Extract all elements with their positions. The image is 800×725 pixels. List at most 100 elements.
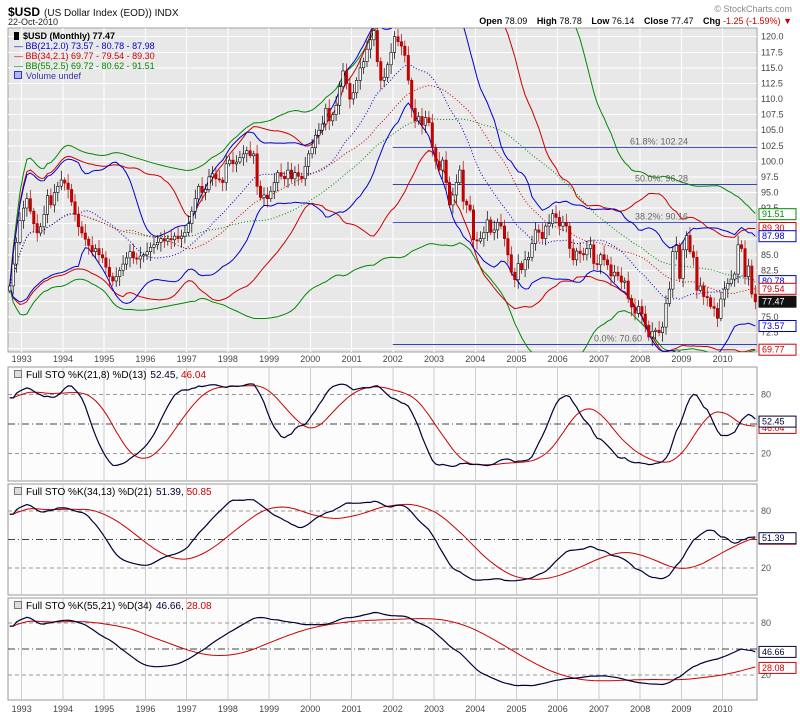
svg-text:20: 20 bbox=[761, 448, 771, 458]
svg-text:2008: 2008 bbox=[630, 354, 650, 364]
svg-text:2006: 2006 bbox=[548, 704, 568, 714]
chg-value: -1.25 (-1.59%) bbox=[723, 16, 781, 26]
svg-text:87.98: 87.98 bbox=[762, 231, 785, 241]
stoch3-label: Full STO %K(55,21) %D(34) bbox=[26, 601, 152, 612]
high-value: 78.78 bbox=[559, 16, 582, 26]
svg-text:2003: 2003 bbox=[424, 354, 444, 364]
bb21-color-dash-icon: — bbox=[14, 41, 23, 51]
candlestick-icon bbox=[14, 32, 19, 40]
svg-text:105.0: 105.0 bbox=[761, 125, 784, 135]
volume-label: Volume undef bbox=[26, 71, 81, 81]
stoch2-label: Full STO %K(34,13) %D(21) bbox=[26, 487, 152, 498]
svg-text:120.0: 120.0 bbox=[761, 32, 784, 42]
svg-text:1993: 1993 bbox=[12, 704, 32, 714]
svg-text:107.5: 107.5 bbox=[761, 110, 784, 120]
svg-text:80: 80 bbox=[761, 618, 771, 628]
svg-text:2005: 2005 bbox=[506, 354, 526, 364]
svg-text:52.45: 52.45 bbox=[762, 417, 785, 427]
chart-canvas: 61.8%: 102.24 50.0%: 96.28 38.2%: 90.16 0.0… bbox=[0, 0, 800, 725]
svg-text:2001: 2001 bbox=[342, 704, 362, 714]
stoch1-label: Full STO %K(21,8) %D(13) bbox=[26, 370, 146, 381]
bb34-label: BB(34,2.1) 69.77 - 79.54 - 89.30 bbox=[26, 51, 155, 61]
svg-text:50.0%: 96.28: 50.0%: 96.28 bbox=[635, 174, 688, 184]
stoch3-d-value: 28.08 bbox=[187, 601, 212, 612]
svg-text:2009: 2009 bbox=[671, 354, 691, 364]
x-axis-years-bottom: 1993199419951996199719981999200020012002… bbox=[12, 704, 733, 714]
svg-text:2002: 2002 bbox=[383, 704, 403, 714]
svg-text:100.0: 100.0 bbox=[761, 156, 784, 166]
svg-text:2010: 2010 bbox=[713, 354, 733, 364]
bb55-color-dash-icon: — bbox=[14, 61, 23, 71]
low-label: Low bbox=[591, 16, 609, 26]
svg-text:80: 80 bbox=[761, 506, 771, 516]
svg-text:2008: 2008 bbox=[630, 704, 650, 714]
svg-text:95.0: 95.0 bbox=[761, 188, 779, 198]
svg-text:1999: 1999 bbox=[259, 704, 279, 714]
svg-text:28.08: 28.08 bbox=[762, 663, 785, 673]
bb55-label: BB(55,2.5) 69.72 - 80.62 - 91.51 bbox=[26, 61, 155, 71]
close-label: Close bbox=[644, 16, 669, 26]
svg-text:1995: 1995 bbox=[94, 354, 114, 364]
stoch3-legend: Full STO %K(55,21) %D(34)46.66, 28.08 bbox=[14, 601, 212, 612]
svg-text:2007: 2007 bbox=[589, 704, 609, 714]
bb21-label: BB(21,2.0) 73.57 - 80.78 - 87.98 bbox=[26, 41, 155, 51]
stochastic-panel-1: 802046.0452.45 bbox=[8, 367, 796, 481]
svg-text:0.0%: 70.60: 0.0%: 70.60 bbox=[594, 334, 642, 344]
svg-text:2010: 2010 bbox=[713, 704, 733, 714]
svg-text:2007: 2007 bbox=[589, 354, 609, 364]
volume-icon bbox=[14, 71, 22, 79]
chg-down-triangle-icon: ▼ bbox=[783, 16, 792, 26]
svg-text:1999: 1999 bbox=[259, 354, 279, 364]
svg-text:1998: 1998 bbox=[218, 354, 238, 364]
svg-text:117.5: 117.5 bbox=[761, 47, 783, 57]
legend-bb34-row: — BB(34,2.1) 69.77 - 79.54 - 89.30 bbox=[14, 51, 155, 61]
svg-text:2000: 2000 bbox=[300, 704, 320, 714]
svg-text:2003: 2003 bbox=[424, 704, 444, 714]
svg-text:38.2%: 90.16: 38.2%: 90.16 bbox=[635, 212, 688, 222]
open-label: Open bbox=[479, 16, 502, 26]
svg-text:1994: 1994 bbox=[53, 354, 73, 364]
indicator-icon bbox=[14, 370, 22, 378]
svg-text:1995: 1995 bbox=[94, 704, 114, 714]
svg-text:102.5: 102.5 bbox=[761, 141, 784, 151]
svg-text:82.5: 82.5 bbox=[761, 265, 779, 275]
indicator-icon bbox=[14, 487, 22, 495]
page-title: (US Dollar Index (EOD)) INDX bbox=[44, 8, 178, 19]
svg-text:1994: 1994 bbox=[53, 704, 73, 714]
stoch3-k-value: 46.66 bbox=[156, 601, 181, 612]
open-value: 78.09 bbox=[505, 16, 528, 26]
svg-text:2004: 2004 bbox=[465, 704, 485, 714]
legend-symbol-label: $USD (Monthly) 77.47 bbox=[23, 31, 115, 41]
legend-bb21-row: — BB(21,2.0) 73.57 - 80.78 - 87.98 bbox=[14, 41, 155, 51]
stoch2-d-value: 50.85 bbox=[187, 487, 212, 498]
high-label: High bbox=[537, 16, 557, 26]
svg-text:1998: 1998 bbox=[218, 704, 238, 714]
stoch2-legend: Full STO %K(34,13) %D(21)51.39, 50.85 bbox=[14, 487, 212, 498]
svg-text:51.39: 51.39 bbox=[762, 533, 785, 543]
stoch1-legend: Full STO %K(21,8) %D(13)52.45, 46.04 bbox=[14, 370, 206, 381]
stochastic-panel-2: 80 20 50.85 51.39 bbox=[8, 484, 796, 595]
svg-text:2006: 2006 bbox=[548, 354, 568, 364]
svg-text:2005: 2005 bbox=[506, 704, 526, 714]
stockcharts-sharpchart: 61.8%: 102.24 50.0%: 96.28 38.2%: 90.16 0.0… bbox=[0, 0, 800, 725]
svg-text:61.8%: 102.24: 61.8%: 102.24 bbox=[630, 136, 688, 146]
svg-text:115.0: 115.0 bbox=[761, 63, 783, 73]
chart-date: 22-Oct-2010 bbox=[8, 17, 58, 27]
svg-text:46.66: 46.66 bbox=[762, 647, 785, 657]
main-legend: $USD (Monthly) 77.47 — BB(21,2.0) 73.57 … bbox=[14, 31, 155, 81]
svg-text:73.57: 73.57 bbox=[762, 321, 785, 331]
copyright-label: © StockCharts.com bbox=[714, 4, 792, 14]
chg-label: Chg bbox=[703, 16, 721, 26]
svg-text:91.51: 91.51 bbox=[762, 209, 785, 219]
close-value: 77.47 bbox=[671, 16, 694, 26]
indicator-icon bbox=[14, 601, 22, 609]
svg-text:20: 20 bbox=[761, 563, 771, 573]
svg-text:1997: 1997 bbox=[177, 354, 197, 364]
svg-text:2009: 2009 bbox=[671, 704, 691, 714]
svg-text:1996: 1996 bbox=[135, 354, 155, 364]
legend-bb55-row: — BB(55,2.5) 69.72 - 80.62 - 91.51 bbox=[14, 61, 155, 71]
svg-text:112.5: 112.5 bbox=[761, 79, 783, 89]
x-axis-years-top: 1993199419951996199719981999200020012002… bbox=[12, 354, 733, 364]
svg-text:2001: 2001 bbox=[342, 354, 362, 364]
svg-text:2000: 2000 bbox=[300, 354, 320, 364]
